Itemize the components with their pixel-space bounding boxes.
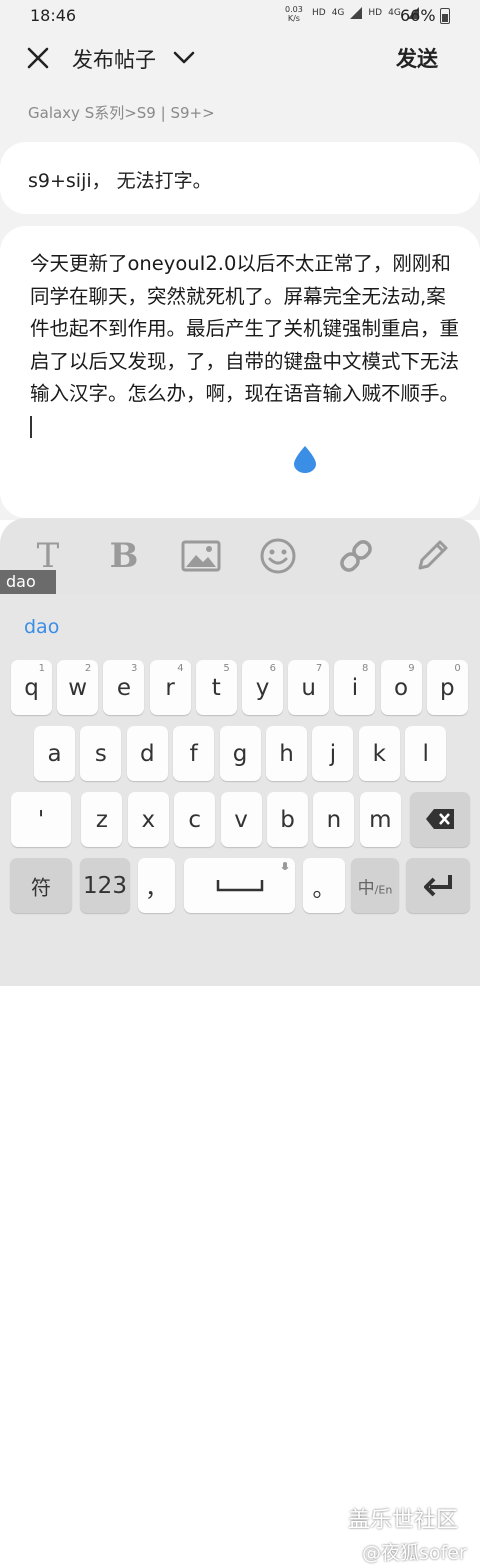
- format-toolbar: T B: [0, 518, 480, 594]
- post-title-text: s9+siji， 无法打字。: [28, 170, 212, 192]
- app-header: 发布帖子 发送: [0, 30, 480, 90]
- enter-key[interactable]: [406, 858, 470, 913]
- signal-icon: [350, 7, 363, 19]
- key-l[interactable]: l: [405, 726, 447, 781]
- key-d[interactable]: d: [126, 726, 168, 781]
- image-icon[interactable]: [181, 536, 221, 576]
- pencil-icon[interactable]: [412, 536, 452, 576]
- breadcrumb: Galaxy S系列>S9 | S9+>: [0, 90, 480, 140]
- space-bar-icon: [216, 880, 264, 892]
- network-type: 4G: [388, 8, 401, 18]
- status-bar: 18:46 0.03 K/s HD 4G HD 4G 66%: [0, 0, 480, 30]
- send-button[interactable]: 发送: [396, 43, 438, 73]
- close-icon[interactable]: [24, 44, 52, 72]
- space-key[interactable]: [184, 858, 295, 913]
- key-j[interactable]: j: [312, 726, 354, 781]
- key-v[interactable]: v: [220, 792, 262, 847]
- candidate-word[interactable]: dao: [24, 616, 59, 638]
- key-g[interactable]: g: [219, 726, 261, 781]
- key-e[interactable]: e3: [103, 660, 145, 715]
- network-speed: 0.03 K/s: [285, 5, 303, 23]
- post-body-text: 今天更新了oneyouI2.0以后不太正常了，刚刚和同学在聊天，突然就死机了。屏…: [30, 248, 460, 443]
- key-preview-tooltip: dao: [0, 570, 56, 594]
- key-apostrophe[interactable]: ': [11, 792, 71, 847]
- backspace-icon: [426, 809, 454, 829]
- backspace-key[interactable]: [410, 792, 470, 847]
- key-n[interactable]: n: [313, 792, 355, 847]
- key-y[interactable]: y6: [242, 660, 283, 715]
- key-p[interactable]: p0: [426, 660, 468, 715]
- emoji-icon[interactable]: [258, 536, 298, 576]
- keyboard: dao 符 123 ， 。 中/En 盖乐世社区 @夜狐sofer q1w2e3…: [0, 594, 480, 1564]
- hd-label: HD: [368, 8, 383, 18]
- key-u[interactable]: u7: [288, 660, 330, 715]
- key-c[interactable]: c: [174, 792, 216, 847]
- cursor-handle-icon[interactable]: [291, 445, 319, 473]
- key-o[interactable]: o9: [380, 660, 422, 715]
- post-title-field[interactable]: s9+siji， 无法打字。: [0, 142, 480, 214]
- period-key[interactable]: 。: [303, 858, 345, 913]
- key-i[interactable]: i8: [334, 660, 376, 715]
- hd-label: HD: [312, 8, 326, 18]
- battery-icon: [440, 8, 450, 24]
- key-x[interactable]: x: [127, 792, 169, 847]
- key-q[interactable]: q1: [11, 660, 52, 715]
- comma-key[interactable]: ，: [138, 858, 175, 913]
- page-title[interactable]: 发布帖子: [72, 44, 156, 74]
- network-type: 4G: [331, 8, 345, 18]
- key-k[interactable]: k: [358, 726, 400, 781]
- watermark-author: @夜狐sofer: [362, 1542, 467, 1564]
- key-b[interactable]: b: [267, 792, 308, 847]
- microphone-icon: [281, 862, 289, 870]
- key-t[interactable]: t5: [195, 660, 237, 715]
- symbols-key[interactable]: 符: [10, 858, 72, 913]
- enter-icon: [424, 875, 452, 897]
- post-body-field[interactable]: 今天更新了oneyouI2.0以后不太正常了，刚刚和同学在聊天，突然就死机了。屏…: [0, 226, 480, 518]
- breadcrumb-text[interactable]: Galaxy S系列>S9 | S9+>: [28, 102, 215, 123]
- battery-percent: 66%: [400, 6, 436, 25]
- bold-icon[interactable]: B: [104, 536, 144, 576]
- language-switch-key[interactable]: 中/En: [351, 858, 399, 913]
- key-f[interactable]: f: [173, 726, 215, 781]
- link-icon[interactable]: [336, 536, 376, 576]
- text-cursor: [30, 416, 32, 438]
- key-m[interactable]: m: [359, 792, 401, 847]
- chevron-down-icon[interactable]: [172, 46, 196, 70]
- key-s[interactable]: s: [80, 726, 122, 781]
- watermark-site: 盖乐世社区: [348, 1508, 459, 1533]
- key-z[interactable]: z: [81, 792, 123, 847]
- key-w[interactable]: w2: [57, 660, 99, 715]
- numbers-key[interactable]: 123: [80, 858, 130, 913]
- status-time: 18:46: [30, 6, 77, 25]
- key-h[interactable]: h: [266, 726, 307, 781]
- key-a[interactable]: a: [34, 726, 75, 781]
- key-r[interactable]: r4: [149, 660, 191, 715]
